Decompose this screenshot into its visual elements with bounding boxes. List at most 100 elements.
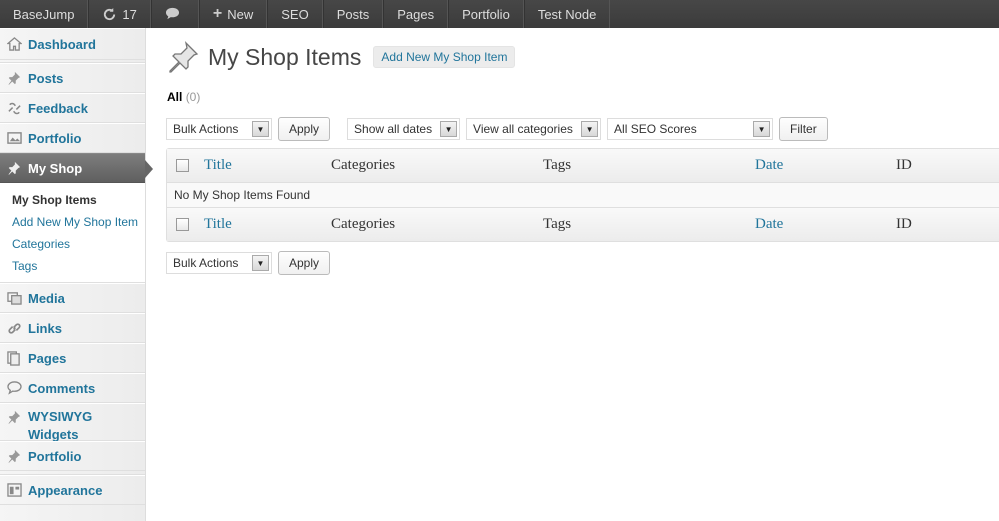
seo-scores-value: All SEO Scores	[614, 122, 697, 136]
refresh-icon	[102, 7, 117, 22]
dropdown-arrow-icon: ▼	[252, 255, 269, 271]
column-id: ID	[896, 216, 912, 232]
menu-dashboard-label: Dashboard	[28, 36, 96, 52]
menu-links-label: Links	[28, 320, 62, 336]
updates-count: 17	[122, 6, 137, 22]
menu-dashboard[interactable]: Dashboard	[0, 28, 145, 60]
site-name: BaseJump	[13, 6, 75, 22]
menu-portfolio-label: Portfolio	[28, 130, 82, 146]
column-tags: Tags	[543, 216, 572, 232]
menu-posts-label: Posts	[28, 70, 64, 86]
column-date[interactable]: Date	[755, 157, 783, 174]
menu-appearance[interactable]: Appearance	[0, 475, 145, 505]
menu-pages[interactable]: Pages	[0, 343, 145, 373]
menu-wysiwyg-widgets[interactable]: WYSIWYG Widgets	[0, 403, 145, 444]
menu-my-shop[interactable]: My Shop	[0, 153, 153, 183]
admin-bar-portfolio[interactable]: Portfolio	[448, 0, 524, 28]
filter-button[interactable]: Filter	[779, 117, 828, 141]
menu-wysiwyg-label: WYSIWYG Widgets	[28, 408, 92, 444]
column-date[interactable]: Date	[755, 216, 783, 233]
pages-icon	[6, 350, 22, 366]
bulk-actions-value: Bulk Actions	[173, 122, 239, 136]
menu-media[interactable]: Media	[0, 283, 145, 313]
admin-bar-comments[interactable]	[150, 0, 199, 28]
dropdown-arrow-icon: ▼	[252, 121, 269, 137]
bulk-actions-select[interactable]: Bulk Actions ▼	[166, 118, 272, 140]
submenu-tags[interactable]: Tags	[12, 255, 145, 277]
media-icon	[6, 290, 22, 306]
menu-wysiwyg-line1: WYSIWYG	[28, 409, 93, 424]
menu-portfolio-2[interactable]: Portfolio	[0, 441, 145, 471]
comment-bubble-icon	[165, 7, 180, 21]
pages-label: Pages	[397, 6, 435, 22]
feedback-icon	[6, 100, 22, 116]
column-tags: Tags	[543, 157, 572, 173]
menu-portfolio-2-label: Portfolio	[28, 448, 82, 464]
apply-button[interactable]: Apply	[278, 117, 331, 141]
pushpin-icon	[166, 40, 200, 74]
image-icon	[6, 130, 22, 146]
tablenav-bottom: Bulk Actions ▼ Apply	[166, 251, 331, 275]
admin-bar-updates[interactable]: 17	[88, 0, 151, 28]
tablenav-top: Bulk Actions ▼ Apply Show all dates ▼ Vi…	[166, 117, 828, 141]
menu-comments[interactable]: Comments	[0, 373, 145, 403]
menu-feedback[interactable]: Feedback	[0, 93, 145, 123]
apply-button[interactable]: Apply	[278, 251, 331, 275]
items-table: Title Categories Tags Date ID No My Shop…	[166, 148, 999, 242]
add-new-button[interactable]: Add New My Shop Item	[373, 46, 516, 68]
column-title[interactable]: Title	[204, 216, 232, 233]
admin-sidebar: Dashboard Posts Feedback Portfolio My Sh…	[0, 28, 153, 521]
admin-bar: BaseJump 17 + New SEO Posts Pages Portfo…	[0, 0, 999, 28]
posts-label: Posts	[336, 6, 370, 22]
table-header: Title Categories Tags Date ID	[167, 149, 999, 183]
bulk-actions-value: Bulk Actions	[173, 256, 239, 270]
submenu-add-new[interactable]: Add New My Shop Item	[12, 211, 145, 233]
dropdown-arrow-icon: ▼	[440, 121, 458, 137]
admin-bar-seo[interactable]: SEO	[267, 0, 323, 28]
column-title[interactable]: Title	[204, 157, 232, 174]
dates-value: Show all dates	[354, 122, 433, 136]
admin-bar-test-node[interactable]: Test Node	[523, 0, 611, 28]
appearance-icon	[6, 482, 22, 498]
select-all-checkbox[interactable]	[176, 218, 189, 231]
empty-row-message: No My Shop Items Found	[167, 183, 999, 207]
admin-bar-new[interactable]: + New	[198, 0, 268, 28]
submenu-my-shop-items[interactable]: My Shop Items	[12, 189, 145, 211]
dates-select[interactable]: Show all dates ▼	[347, 118, 461, 140]
test-node-label: Test Node	[537, 6, 597, 22]
menu-pages-label: Pages	[28, 350, 67, 366]
comment-bubble-icon	[6, 380, 22, 396]
categories-select[interactable]: View all categories ▼	[466, 118, 602, 140]
menu-posts[interactable]: Posts	[0, 63, 145, 93]
select-all-checkbox[interactable]	[176, 159, 189, 172]
submenu-categories[interactable]: Categories	[12, 233, 145, 255]
column-id: ID	[896, 157, 912, 173]
menu-media-label: Media	[28, 290, 65, 306]
pushpin-icon	[6, 409, 22, 425]
filter-all-link[interactable]: All	[167, 90, 182, 104]
pushpin-icon	[6, 448, 22, 464]
seo-scores-select[interactable]: All SEO Scores ▼	[607, 118, 774, 140]
menu-links[interactable]: Links	[0, 313, 145, 343]
dropdown-arrow-icon: ▼	[753, 121, 771, 137]
menu-my-shop-label: My Shop	[28, 160, 83, 176]
filter-all-count: (0)	[185, 90, 201, 104]
bulk-actions-select[interactable]: Bulk Actions ▼	[166, 252, 272, 274]
page-title: My Shop Items	[208, 43, 362, 70]
new-label: New	[227, 6, 254, 22]
main-content: My Shop Items Add New My Shop Item All (…	[147, 28, 999, 521]
dropdown-arrow-icon: ▼	[581, 121, 599, 137]
menu-appearance-label: Appearance	[28, 482, 103, 498]
column-categories: Categories	[331, 157, 396, 173]
admin-bar-posts[interactable]: Posts	[322, 0, 384, 28]
categories-value: View all categories	[473, 122, 573, 136]
menu-portfolio[interactable]: Portfolio	[0, 123, 145, 153]
page-heading: My Shop Items Add New My Shop Item	[166, 40, 516, 74]
admin-bar-pages[interactable]: Pages	[383, 0, 449, 28]
pushpin-icon	[6, 70, 22, 86]
table-footer: Title Categories Tags Date ID	[167, 207, 999, 241]
admin-bar-site[interactable]: BaseJump	[0, 0, 89, 28]
chain-link-icon	[6, 320, 22, 336]
pushpin-icon	[6, 160, 22, 176]
my-shop-submenu: My Shop Items Add New My Shop Item Categ…	[0, 183, 145, 283]
